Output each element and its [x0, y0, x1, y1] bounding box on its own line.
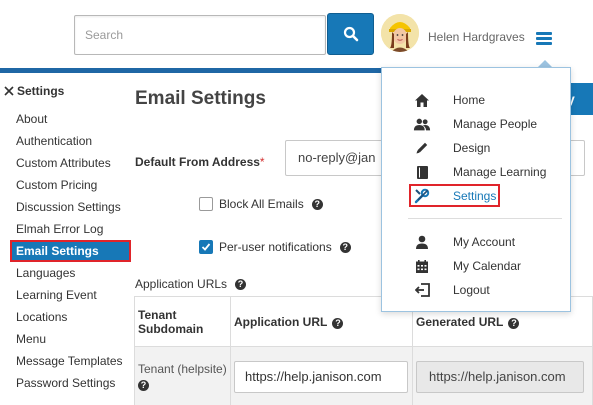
people-icon — [413, 115, 431, 133]
help-icon[interactable]: ? — [311, 198, 323, 210]
sidebar-item-custom-pricing[interactable]: Custom Pricing — [16, 177, 123, 199]
help-icon[interactable]: ? — [508, 317, 520, 329]
tenant-name: Tenant (helpsite) — [138, 362, 227, 376]
app-url-cell — [230, 346, 413, 405]
search-input[interactable] — [74, 15, 326, 55]
user-icon — [413, 233, 431, 251]
block-all-row: Block All Emails ? — [199, 197, 323, 211]
menu-item-label: Home — [453, 93, 486, 107]
menu-item-settings[interactable]: Settings — [382, 186, 570, 206]
block-all-checkbox[interactable] — [199, 197, 213, 211]
menu-item-logout[interactable]: Logout — [382, 280, 570, 300]
wrench-screwdriver-icon — [4, 86, 14, 96]
col-header-tenant: Tenant Subdomain — [134, 296, 231, 347]
sidebar-item-learning-event[interactable]: Learning Event — [16, 287, 123, 309]
checkmark-icon — [201, 243, 211, 251]
sidebar-item-message-templates[interactable]: Message Templates — [16, 353, 123, 375]
menu-item-label: Logout — [453, 283, 490, 297]
required-marker: * — [259, 155, 265, 169]
menu-hamburger-icon[interactable] — [536, 32, 552, 46]
menu-divider — [408, 218, 562, 219]
sidebar-item-menu[interactable]: Menu — [16, 331, 123, 353]
sidebar-item-label: Email Settings — [16, 244, 99, 258]
sidebar-title-label: Settings — [17, 84, 65, 98]
sidebar-item-discussion-settings[interactable]: Discussion Settings — [16, 199, 123, 221]
block-all-label: Block All Emails — [219, 197, 304, 211]
per-user-label: Per-user notifications — [219, 240, 332, 254]
url-table: Tenant Subdomain Application URL ? Gener… — [134, 296, 593, 405]
default-from-label-text: Default From Address — [135, 155, 260, 169]
help-icon[interactable]: ? — [332, 317, 344, 329]
pencil-icon — [413, 139, 431, 157]
sidebar-item-about[interactable]: About — [16, 111, 123, 133]
home-icon — [413, 91, 431, 109]
sidebar-item-languages[interactable]: Languages — [16, 265, 123, 287]
sidebar-item-password-settings[interactable]: Password Settings — [16, 375, 123, 397]
menu-item-manage-learning[interactable]: Manage Learning — [382, 162, 570, 182]
app-urls-title-text: Application URLs — [135, 277, 228, 291]
menu-item-label: Manage People — [453, 117, 538, 131]
wrench-screwdriver-icon — [413, 187, 431, 205]
app-urls-title: Application URLs ? — [135, 277, 247, 291]
menu-item-label: Manage Learning — [453, 165, 547, 179]
sidebar-item-locations[interactable]: Locations — [16, 309, 123, 331]
search-button[interactable] — [327, 13, 374, 55]
default-from-label: Default From Address* — [135, 155, 265, 169]
sidebar-nav: About Authentication Custom Attributes C… — [10, 111, 131, 397]
menu-item-home[interactable]: Home — [382, 90, 570, 110]
avatar-image — [381, 14, 419, 52]
sidebar-title: Settings — [3, 84, 64, 98]
menu-item-label: Design — [453, 141, 491, 155]
menu-item-manage-people[interactable]: Manage People — [382, 114, 570, 134]
app-url-input[interactable] — [234, 360, 408, 393]
user-name[interactable]: Helen Hardgraves — [428, 30, 525, 44]
sidebar-item-email-settings[interactable]: Email Settings — [10, 240, 131, 265]
help-icon[interactable]: ? — [235, 278, 247, 290]
help-icon[interactable]: ? — [339, 241, 351, 253]
user-dropdown-menu: Home Manage People Design Manage Learnin… — [381, 67, 571, 312]
col-header-app-url-text: Application URL — [234, 314, 328, 329]
menu-item-label: My Account — [453, 235, 516, 249]
sidebar-item-custom-attributes[interactable]: Custom Attributes — [16, 155, 123, 177]
per-user-checkbox[interactable] — [199, 240, 213, 254]
search-icon — [343, 26, 358, 42]
menu-item-my-account[interactable]: My Account — [382, 232, 570, 252]
calendar-icon — [413, 257, 431, 275]
default-from-value: no-reply@jan — [298, 150, 376, 165]
help-icon[interactable]: ? — [138, 380, 149, 391]
sidebar-item-authentication[interactable]: Authentication — [16, 133, 123, 155]
table-row: Tenant (helpsite) ? https://help.janison… — [134, 346, 593, 405]
menu-item-label: Settings — [453, 189, 497, 203]
generated-url-value: https://help.janison.com — [416, 360, 584, 393]
avatar[interactable] — [381, 14, 419, 52]
generated-url-cell: https://help.janison.com — [412, 346, 593, 405]
menu-item-design[interactable]: Design — [382, 138, 570, 158]
book-icon — [413, 163, 431, 181]
logout-icon — [413, 281, 431, 299]
tenant-cell: Tenant (helpsite) ? — [134, 346, 231, 405]
menu-item-my-calendar[interactable]: My Calendar — [382, 256, 570, 276]
col-header-generated-url-text: Generated URL — [416, 314, 504, 329]
page-title: Email Settings — [135, 88, 266, 109]
per-user-row: Per-user notifications ? — [199, 240, 351, 254]
menu-item-label: My Calendar — [453, 259, 522, 273]
